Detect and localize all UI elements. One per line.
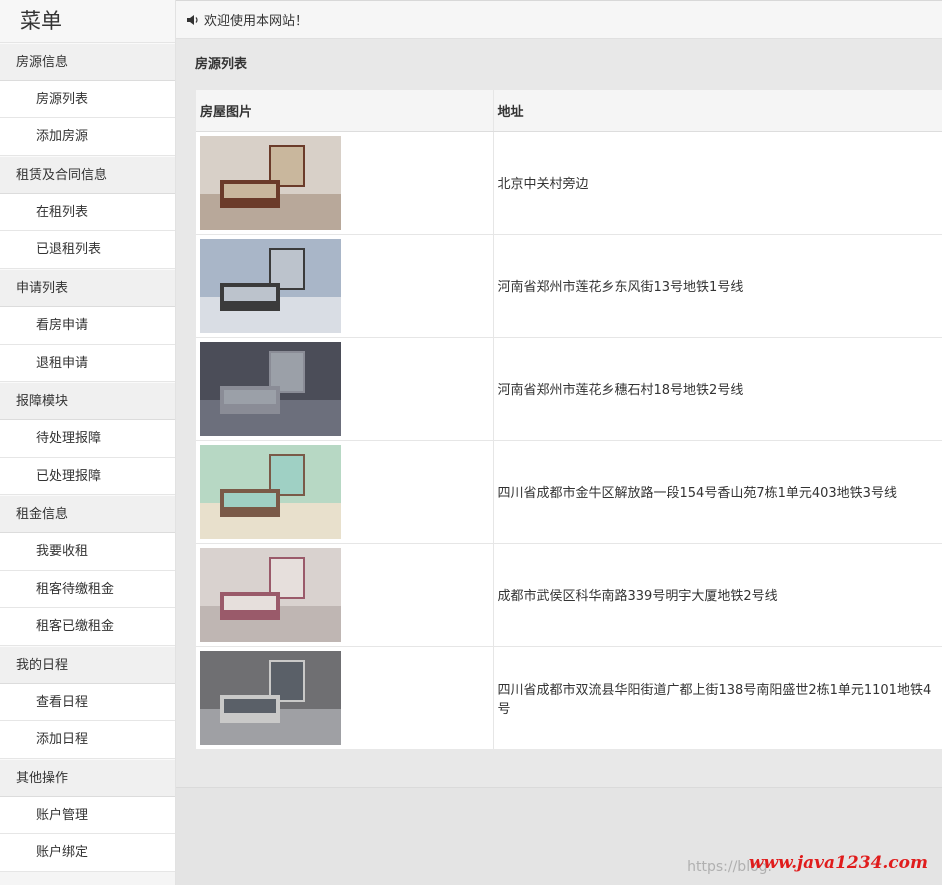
address-cell: 四川省成都市双流县华阳街道广都上街138号南阳盛世2栋1单元1101地铁4号	[493, 645, 942, 749]
main-content: 房源列表 房屋图片 地址 北京中关村旁边 河南省郑州市莲花乡东风街13号地铁1号线…	[176, 39, 942, 885]
menu-item[interactable]: 租客已缴租金	[0, 608, 175, 646]
welcome-text: 欢迎使用本网站！	[204, 14, 309, 29]
menu-item[interactable]: 看房申请	[0, 306, 175, 345]
living-room-photo[interactable]	[200, 444, 341, 539]
menu-group-header[interactable]: 申请列表	[0, 269, 175, 307]
menu-group-header[interactable]: 其他操作	[0, 759, 175, 797]
address-cell: 北京中关村旁边	[493, 130, 942, 234]
address-cell: 成都市武侯区科华南路339号明宇大厦地铁2号线	[493, 542, 942, 646]
menu-item[interactable]: 已处理报障	[0, 457, 175, 496]
column-header-address: 地址	[493, 90, 942, 132]
menu-item[interactable]: 账户绑定	[0, 834, 175, 873]
table-row: 四川省成都市金牛区解放路一段154号香山苑7栋1单元403地铁3号线	[196, 439, 942, 543]
menu-group-header[interactable]: 房源信息	[0, 43, 175, 81]
menu-group-header[interactable]: 报障模块	[0, 382, 175, 420]
menu-item[interactable]: 在租列表	[0, 193, 175, 232]
page-title: 房源列表	[195, 57, 248, 72]
menu-item[interactable]: 添加房源	[0, 118, 175, 157]
address-cell: 河南省郑州市莲花乡东风街13号地铁1号线	[493, 233, 942, 337]
footer-area: https://blog. www.java1234.com	[176, 787, 942, 885]
bedroom-bed-photo[interactable]	[200, 547, 341, 642]
menu-group-header[interactable]: 租金信息	[0, 495, 175, 533]
menu-item[interactable]: 账户管理	[0, 796, 175, 835]
menu-item[interactable]: 房源列表	[0, 80, 175, 119]
table-row: 河南省郑州市莲花乡东风街13号地铁1号线	[196, 233, 942, 337]
menu-group-header[interactable]: 租赁及合同信息	[0, 156, 175, 194]
menu-item[interactable]: 待处理报障	[0, 419, 175, 458]
house-image-cell	[196, 542, 494, 646]
watermark-brand: www.java1234.com	[748, 853, 928, 873]
empty-room-photo[interactable]	[200, 341, 341, 436]
studio-photo[interactable]	[200, 238, 341, 333]
table-row: 成都市武侯区科华南路339号明宇大厦地铁2号线	[196, 542, 942, 646]
menu-item[interactable]: 添加日程	[0, 721, 175, 760]
table-body: 北京中关村旁边 河南省郑州市莲花乡东风街13号地铁1号线 河南省郑州市莲花乡穗石村1…	[196, 130, 942, 749]
sidebar-menu: 菜单 房源信息 房源列表 添加房源 租赁及合同信息 在租列表 已退租列表 申请列表 看房申请退…	[0, 0, 176, 885]
house-image-cell	[196, 233, 494, 337]
house-image-cell	[196, 336, 494, 440]
column-header-image: 房屋图片	[196, 90, 494, 132]
house-image-cell	[196, 439, 494, 543]
menu-item[interactable]: 已退租列表	[0, 231, 175, 270]
table-header-row: 房屋图片 地址	[196, 90, 942, 132]
menu-list: 房源信息 房源列表 添加房源 租赁及合同信息 在租列表 已退租列表 申请列表 看房申请 退租申请…	[0, 43, 175, 873]
table-row: 河南省郑州市莲花乡穗石村18号地铁2号线	[196, 336, 942, 440]
bedroom-photo[interactable]	[200, 135, 341, 230]
menu-title: 菜单	[0, 0, 175, 43]
house-image-cell	[196, 130, 494, 234]
address-cell: 四川省成都市金牛区解放路一段154号香山苑7栋1单元403地铁3号线	[493, 439, 942, 543]
menu-item[interactable]: 查看日程	[0, 683, 175, 722]
menu-group-header[interactable]: 我的日程	[0, 646, 175, 684]
menu-item[interactable]: 退租申请	[0, 344, 175, 383]
table-row: 北京中关村旁边	[196, 130, 942, 234]
house-image-cell	[196, 645, 494, 749]
address-cell: 河南省郑州市莲花乡穗石村18号地铁2号线	[493, 336, 942, 440]
speaker-icon	[186, 14, 200, 26]
apartment-photo[interactable]	[200, 650, 341, 745]
house-table: 房屋图片 地址 北京中关村旁边 河南省郑州市莲花乡东风街13号地铁1号线 河南省郑州…	[196, 90, 942, 749]
menu-item[interactable]: 我要收租	[0, 532, 175, 571]
menu-item[interactable]: 租客待缴租金	[0, 570, 175, 609]
top-bar: 欢迎使用本网站！	[176, 0, 942, 39]
table-row: 四川省成都市双流县华阳街道广都上街138号南阳盛世2栋1单元1101地铁4号	[196, 645, 942, 749]
